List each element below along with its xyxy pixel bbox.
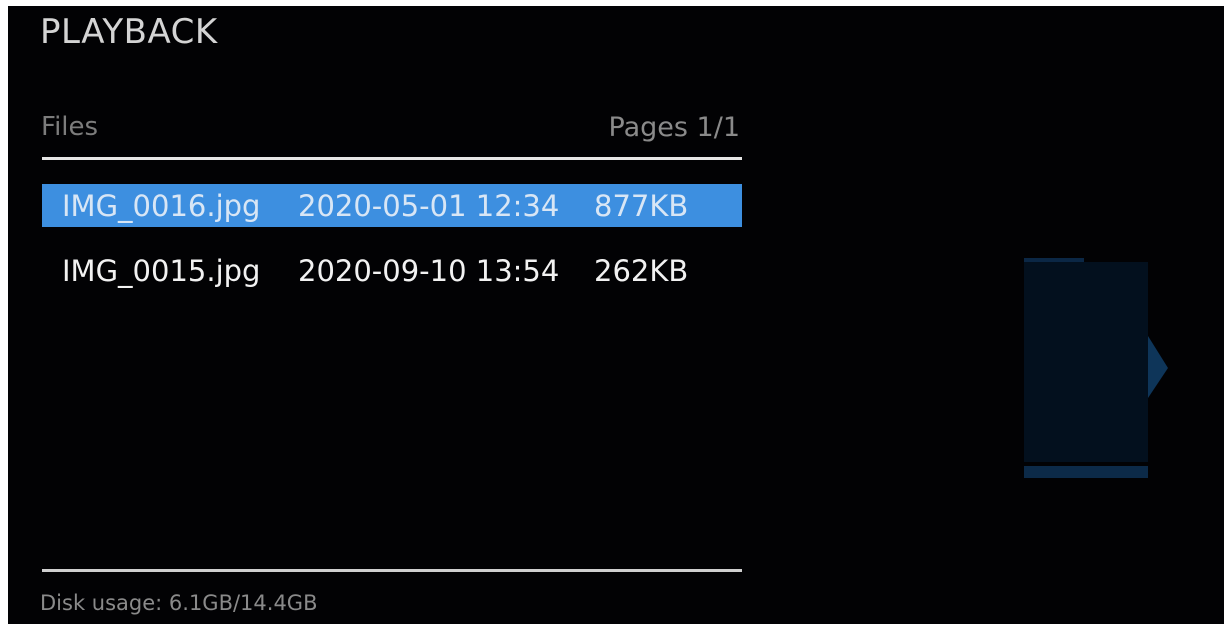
disk-usage-status: Disk usage: 6.1GB/14.4GB — [40, 591, 318, 615]
files-column-header: Files — [41, 112, 99, 142]
file-name: IMG_0016.jpg — [62, 188, 261, 223]
file-row[interactable]: IMG_0015.jpg 2020-09-10 13:54 262KB — [42, 249, 742, 292]
preview-edge-bottom — [1024, 466, 1148, 478]
file-row[interactable]: IMG_0016.jpg 2020-05-01 12:34 877KB — [42, 184, 742, 227]
file-size: 877KB — [594, 188, 689, 223]
page-title: PLAYBACK — [40, 12, 218, 52]
footer-divider — [42, 569, 742, 572]
file-list: IMG_0016.jpg 2020-05-01 12:34 877KB IMG_… — [42, 184, 742, 314]
image-preview — [1024, 258, 1168, 478]
preview-body — [1024, 262, 1148, 462]
preview-edge-right — [1148, 336, 1168, 398]
file-size: 262KB — [594, 253, 689, 288]
pages-indicator: Pages 1/1 — [608, 112, 740, 143]
file-name: IMG_0015.jpg — [62, 253, 261, 288]
header-divider — [42, 157, 742, 160]
file-date: 2020-05-01 12:34 — [298, 188, 560, 223]
playback-screen: PLAYBACK Files Pages 1/1 IMG_0016.jpg 20… — [8, 6, 1224, 624]
file-date: 2020-09-10 13:54 — [298, 253, 560, 288]
preview-edge-top — [1024, 258, 1084, 262]
